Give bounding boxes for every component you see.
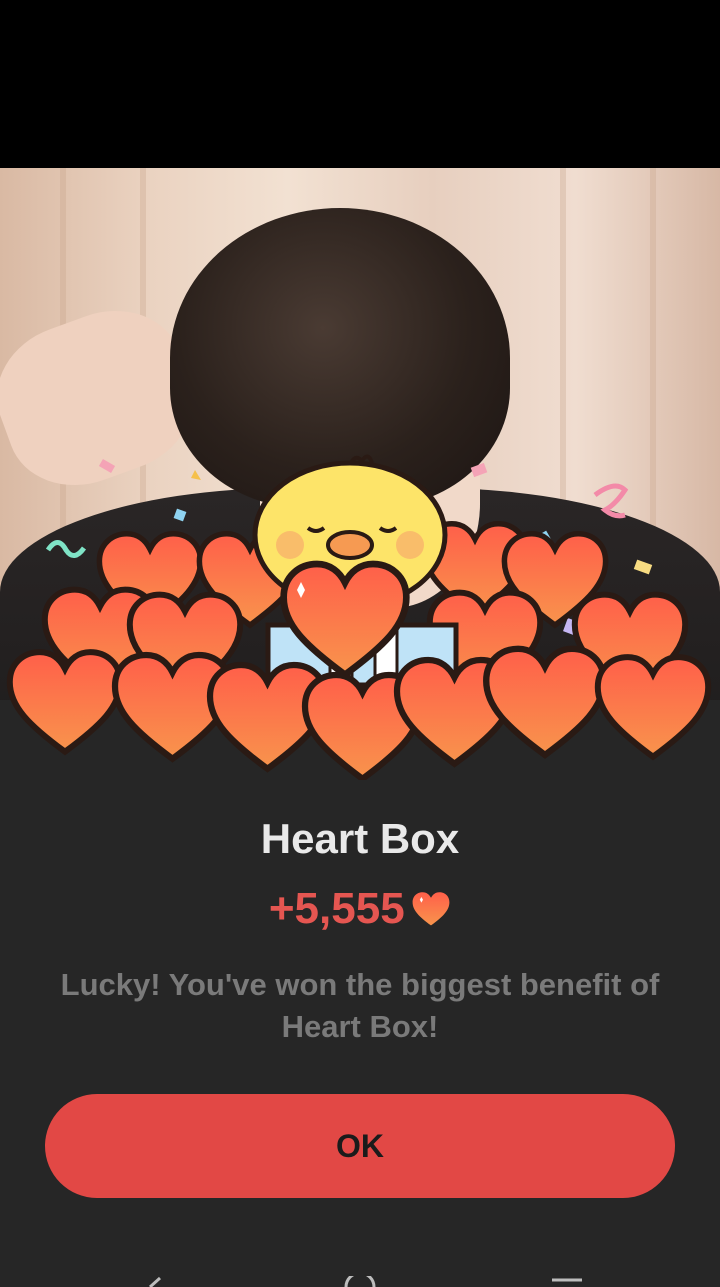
dialog-title: Heart Box <box>260 815 460 862</box>
reward-amount: +5,555 <box>268 884 405 933</box>
ok-button[interactable]: OK <box>45 1094 675 1198</box>
dialog-message: Lucky! You've won the biggest benefit of… <box>60 967 660 1044</box>
back-icon[interactable] <box>140 1276 164 1287</box>
system-nav-bar <box>0 1262 720 1287</box>
heart-box-illustration <box>0 454 720 780</box>
home-icon[interactable] <box>343 1276 377 1287</box>
heart-icon <box>412 892 450 926</box>
recents-icon[interactable] <box>550 1276 584 1287</box>
reward-amount-row: +5,555 <box>0 884 720 934</box>
